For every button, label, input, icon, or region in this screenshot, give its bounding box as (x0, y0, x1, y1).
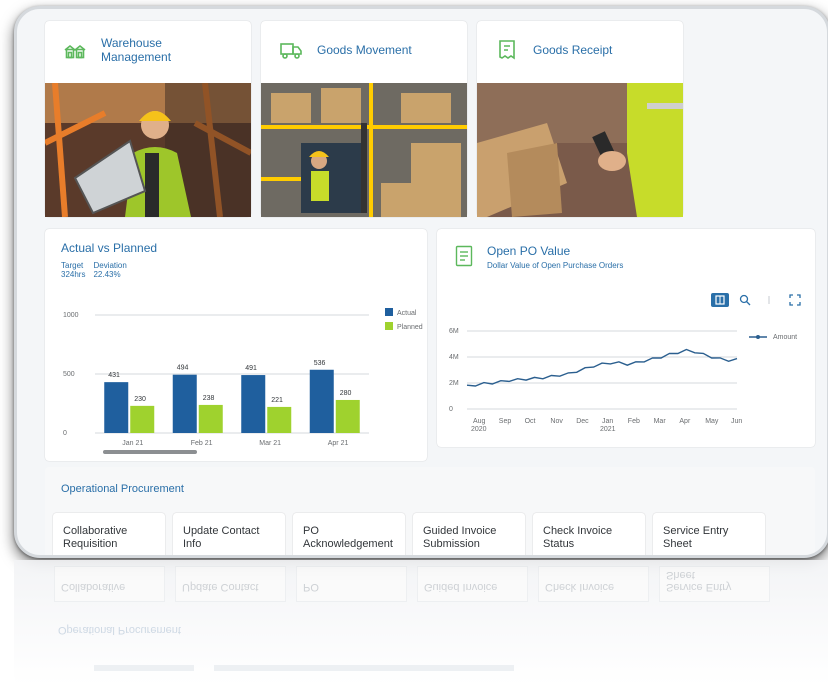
y-tick-label: 6M (449, 328, 459, 335)
actual-vs-planned-card[interactable]: Actual vs Planned Target 324hrs Deviation… (45, 229, 427, 461)
bar-actual[interactable] (241, 375, 266, 433)
tile-title: Management (101, 50, 172, 64)
legend-swatch (385, 322, 393, 330)
reflection-bar (94, 665, 194, 671)
tile-label: Info (183, 538, 202, 550)
x-tick-label: Dec (576, 418, 589, 425)
bar-actual[interactable] (309, 369, 334, 433)
x-tick-label: Apr (679, 418, 691, 425)
reflection-bar (214, 665, 514, 671)
legend-label: Amount (773, 334, 797, 341)
x-tick-label: Mar (654, 418, 667, 425)
y-tick-label: 0 (449, 406, 453, 413)
forklift-image (261, 83, 467, 217)
tile-label: Service Entry Sheet (663, 525, 729, 550)
open-po-line-chart: 0 2M 4M 6M Aug2020 Sep Oct Nov Dec Jan2021 Feb Mar A… (449, 328, 797, 433)
data-label: 230 (134, 396, 146, 403)
data-label: 491 (245, 365, 257, 372)
y-tick-label: 2M (449, 380, 459, 387)
tile-title: Goods Movement (317, 43, 412, 57)
tile-label: Collaborative (63, 525, 128, 537)
x-tick-label: Feb 21 (191, 440, 213, 447)
data-label: 238 (203, 395, 215, 402)
x-tick-label: May (705, 418, 719, 425)
x-tick-label: Feb (628, 418, 640, 425)
reflection-tile: Collaborative (54, 566, 165, 602)
tile-label: Status (543, 538, 575, 550)
data-label: 494 (177, 365, 189, 372)
bar-planned[interactable] (198, 404, 223, 433)
tile-label: Requisition (63, 538, 118, 550)
x-tick-label: Apr 21 (328, 440, 349, 447)
chart-scrollbar[interactable] (103, 450, 197, 454)
series-line-amount[interactable] (466, 348, 738, 387)
x-tick-label: Aug (473, 418, 486, 425)
data-label: 536 (314, 360, 326, 367)
tile-update-contact-info[interactable]: Update Contact Info (173, 513, 285, 555)
tile-po-acknowledgement[interactable]: PO Acknowledgement (293, 513, 405, 555)
legend-marker (756, 335, 760, 339)
reflection-tile: Check Invoice (538, 566, 649, 602)
actual-vs-planned-chart: 0 500 1000 431 230 Jan 21 494 238 Feb 21 491 221 Ma… (63, 308, 423, 454)
tile-label: Check Invoice (543, 525, 613, 537)
open-po-value-card[interactable]: Open PO Value Dollar Value of Open Purch… (437, 229, 815, 447)
x-year-label: 2020 (471, 426, 487, 433)
bar-planned[interactable] (130, 405, 155, 433)
procurement-tiles: Collaborative Requisition Update Contact I… (53, 513, 765, 555)
y-tick-label: 0 (63, 430, 67, 437)
tile-goods-receipt[interactable]: Goods Receipt (477, 21, 683, 217)
legend-label: Actual (397, 310, 417, 317)
legend-swatch (385, 308, 393, 316)
tile-goods-movement[interactable]: Goods Movement (261, 21, 467, 217)
warehouse-worker-image (45, 83, 251, 217)
reflection: Collaborative Update Contact PO Guided I… (14, 560, 828, 699)
tile-label: PO (303, 525, 319, 537)
receipt-icon (499, 40, 515, 60)
reflection-tile: Guided Invoice (417, 566, 528, 602)
scanner-worker-image (477, 83, 683, 217)
bar-actual[interactable] (172, 374, 197, 433)
reflection-tile: PO (296, 566, 407, 602)
x-tick-label: Nov (550, 418, 563, 425)
tile-warehouse-management[interactable]: Warehouse Management (45, 21, 251, 217)
x-tick-label: Oct (525, 418, 536, 425)
bar-actual[interactable] (104, 382, 129, 433)
data-label: 280 (340, 390, 352, 397)
truck-icon (280, 43, 302, 59)
tile-label: Update Contact (183, 525, 260, 537)
reflection-tile: Service Entry Sheet (659, 566, 770, 602)
reflection-title: Operational Procurement (58, 624, 181, 636)
data-label: 221 (271, 397, 283, 404)
bar-planned[interactable] (335, 399, 360, 433)
y-tick-label: 500 (63, 371, 75, 378)
section-title: Operational Procurement (61, 483, 184, 495)
bar-planned[interactable] (267, 406, 292, 433)
launchpad-frame: Warehouse Management Goods Movement Good… (14, 6, 828, 558)
tile-label: Submission (423, 538, 480, 550)
x-tick-label: Mar 21 (259, 440, 281, 447)
tile-guided-invoice-submission[interactable]: Guided Invoice Submission (413, 513, 525, 555)
tile-title: Warehouse (101, 36, 162, 50)
y-tick-label: 1000 (63, 312, 79, 319)
data-label: 431 (108, 372, 120, 379)
tile-label: Acknowledgement (303, 538, 393, 550)
tile-label: Guided Invoice (423, 525, 497, 537)
x-tick-label: Jan 21 (122, 440, 143, 447)
y-tick-label: 4M (449, 354, 459, 361)
x-tick-label: Sep (499, 418, 512, 425)
reflection-tile: Update Contact (175, 566, 286, 602)
x-year-label: 2021 (600, 426, 616, 433)
warehouse-icon (64, 44, 86, 59)
tile-collaborative-requisition[interactable]: Collaborative Requisition (53, 513, 165, 555)
legend-label: Planned (397, 324, 423, 331)
tile-title: Goods Receipt (533, 43, 613, 57)
x-tick-label: Jan (602, 418, 613, 425)
x-tick-label: Jun (731, 418, 742, 425)
tile-check-invoice-status[interactable]: Check Invoice Status (533, 513, 645, 555)
tile-service-entry-sheet[interactable]: Service Entry Sheet (653, 513, 765, 555)
